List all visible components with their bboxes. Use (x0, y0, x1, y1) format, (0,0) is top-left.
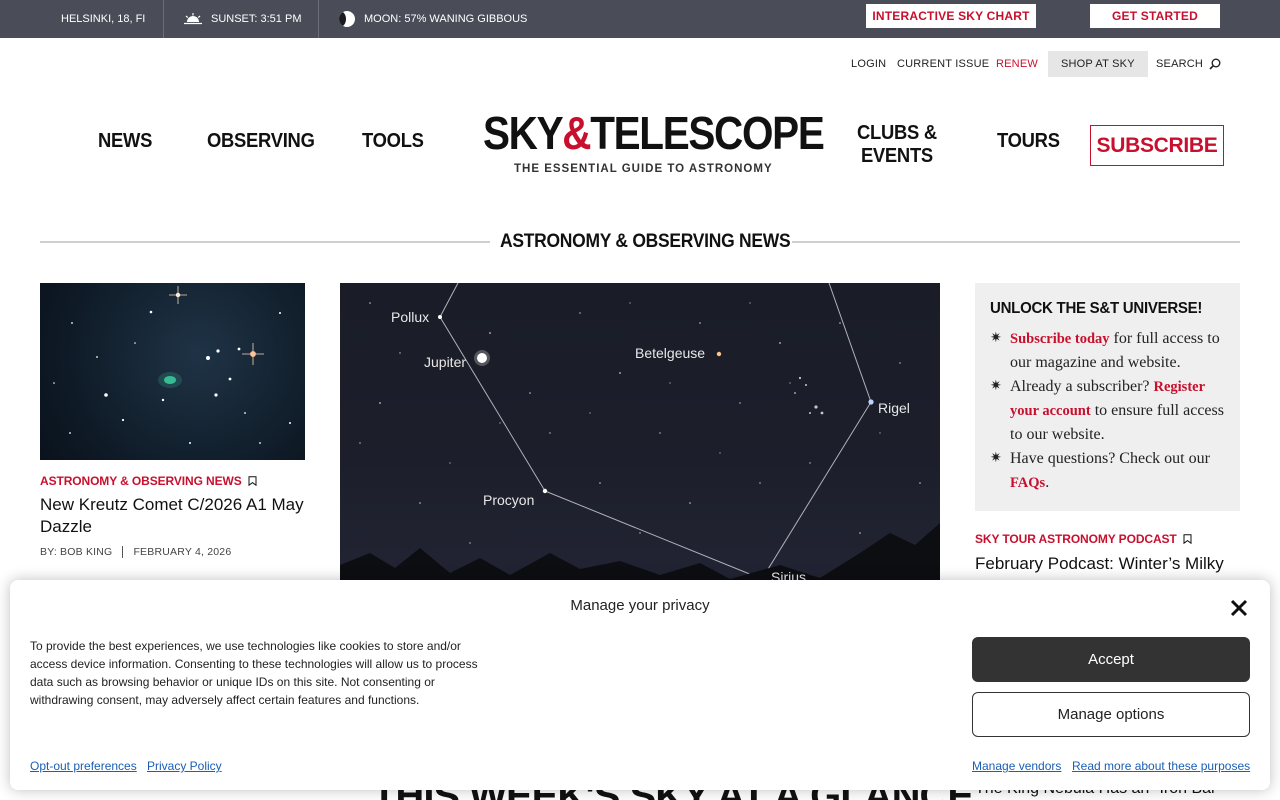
right-article-tag-text: SKY TOUR ASTRONOMY PODCAST (975, 532, 1177, 546)
star-bullet-icon: ✷ (990, 379, 1002, 394)
logo-telescope: TELESCOPE (590, 107, 825, 159)
get-started-button[interactable]: GET STARTED (1090, 4, 1220, 28)
right-article-title[interactable]: February Podcast: Winter’s Milky (975, 553, 1240, 575)
promo-item-subscribe: ✷ Subscribe today for full access to our… (990, 327, 1230, 375)
left-article-tag-text: ASTRONOMY & OBSERVING NEWS (40, 474, 242, 488)
label-pollux: Pollux (391, 309, 430, 325)
bookmark-icon[interactable] (1183, 534, 1192, 544)
label-rigel: Rigel (878, 400, 910, 416)
left-article-title-line1: New Kreutz Comet C/2026 A1 May (40, 495, 304, 514)
promo-item3-start: Have questions? Check out our (1010, 450, 1210, 467)
nav-tours[interactable]: TOURS (997, 130, 1060, 153)
sunset-icon (184, 13, 202, 25)
comet-image[interactable] (40, 283, 305, 460)
left-article-title[interactable]: New Kreutz Comet C/2026 A1 May Dazzle (40, 494, 305, 538)
section-divider-left (40, 241, 490, 243)
comet-starfield (53, 286, 291, 444)
sunset-info: SUNSET: 3:51 PM (184, 0, 301, 38)
location-text: HELSINKI, 18, FI (61, 13, 146, 25)
section-title: ASTRONOMY & OBSERVING NEWS (500, 231, 791, 252)
search-label: SEARCH (1156, 58, 1204, 70)
sunset-text: SUNSET: 3:51 PM (211, 13, 302, 25)
nav-observing[interactable]: OBSERVING (207, 130, 315, 153)
site-logo[interactable]: SKY&TELESCOPE THE ESSENTIAL GUIDE TO AST… (483, 107, 825, 175)
label-procyon: Procyon (483, 492, 535, 508)
promo-item3-end: . (1045, 474, 1050, 491)
manage-vendors-link[interactable]: Manage vendors (972, 759, 1061, 773)
nav-clubs-line1: CLUBS & (857, 122, 937, 144)
promo-title: UNLOCK THE S&T UNIVERSE! (990, 300, 1203, 317)
moon-text: MOON: 57% WANING GIBBOUS (364, 13, 528, 25)
top-utility-bar: HELSINKI, 18, FI SUNSET: 3:51 PM MOON: 5… (0, 0, 1280, 38)
divider (318, 0, 319, 38)
login-link[interactable]: LOGIN (851, 51, 886, 77)
left-article-byline: BY: BOB KING FEBRUARY 4, 2026 (40, 546, 231, 558)
shop-at-sky-link[interactable]: SHOP AT SKY (1048, 51, 1148, 77)
cookie-consent-dialog: Manage your privacy To provide the best … (10, 580, 1270, 790)
bookmark-icon[interactable] (248, 476, 257, 486)
manage-options-button[interactable]: Manage options (972, 692, 1250, 737)
subscribe-button[interactable]: SUBSCRIBE (1090, 125, 1224, 166)
nav-news[interactable]: NEWS (98, 130, 152, 153)
logo-ampersand: & (562, 107, 591, 159)
nav-tools[interactable]: TOOLS (362, 130, 424, 153)
article-date: FEBRUARY 4, 2026 (133, 546, 232, 558)
left-article-tag[interactable]: ASTRONOMY & OBSERVING NEWS (40, 474, 257, 488)
sky-chart-graphic (340, 283, 940, 583)
label-betelgeuse: Betelgeuse (635, 345, 706, 361)
label-jupiter: Jupiter (424, 354, 467, 370)
section-divider-right (792, 241, 1240, 243)
search-icon (1209, 58, 1221, 70)
logo-sky: SKY (483, 107, 564, 159)
promo-item2-start: Already a subscriber? (1010, 378, 1154, 395)
current-issue-link[interactable]: CURRENT ISSUE (897, 51, 989, 77)
interactive-sky-chart-button[interactable]: INTERACTIVE SKY CHART (866, 4, 1036, 28)
nav-clubs-events[interactable]: CLUBS & EVENTS (857, 122, 937, 168)
promo-item-faqs: ✷ Have questions? Check out our FAQs. (990, 447, 1230, 495)
star-bullet-icon: ✷ (990, 331, 1002, 346)
divider (163, 0, 164, 38)
logo-wordmark: SKY&TELESCOPE (483, 107, 825, 159)
star-bullet-icon: ✷ (990, 451, 1002, 466)
location-info[interactable]: HELSINKI, 18, FI (61, 0, 145, 38)
moon-icon (339, 11, 355, 27)
renew-link[interactable]: RENEW (996, 51, 1038, 77)
moon-info: MOON: 57% WANING GIBBOUS (339, 0, 527, 38)
accept-button[interactable]: Accept (972, 637, 1250, 682)
subscribe-today-link[interactable]: Subscribe today (1010, 331, 1110, 347)
logo-tagline: THE ESSENTIAL GUIDE TO ASTRONOMY (514, 163, 773, 175)
left-article-title-line2: Dazzle (40, 517, 92, 536)
byline-divider (122, 546, 124, 558)
feature-sky-image[interactable]: Pollux Jupiter Betelgeuse Rigel Procyon … (340, 283, 940, 583)
search-link[interactable]: SEARCH (1156, 51, 1221, 77)
close-icon[interactable] (1229, 598, 1249, 618)
read-more-purposes-link[interactable]: Read more about these purposes (1072, 759, 1250, 773)
cookie-description: To provide the best experiences, we use … (30, 639, 478, 707)
nav-clubs-line2: EVENTS (860, 145, 933, 167)
subscription-promo: UNLOCK THE S&T UNIVERSE! ✷ Subscribe tod… (975, 283, 1240, 511)
promo-item-register: ✷ Already a subscriber? Register your ac… (990, 375, 1230, 447)
author-name: BY: BOB KING (40, 546, 113, 558)
opt-out-preferences-link[interactable]: Opt-out preferences (30, 759, 137, 773)
right-article-tag[interactable]: SKY TOUR ASTRONOMY PODCAST (975, 532, 1192, 546)
cookie-dialog-title: Manage your privacy (570, 597, 710, 614)
privacy-policy-link[interactable]: Privacy Policy (147, 759, 222, 773)
faqs-link[interactable]: FAQs (1010, 475, 1045, 491)
